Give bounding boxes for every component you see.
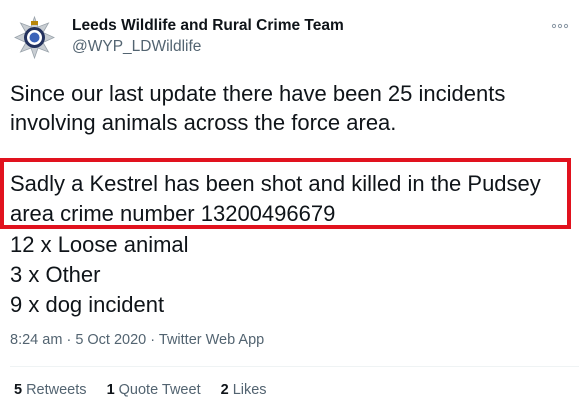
tweet-text-line: Sadly a Kestrel has been shot and killed… xyxy=(10,171,541,196)
avatar[interactable] xyxy=(10,13,59,62)
incident-list-item: 12 x Loose animal xyxy=(10,232,189,257)
tweet-source[interactable]: Twitter Web App xyxy=(159,332,264,348)
divider xyxy=(10,366,579,367)
tweet-meta: 8:24 am · 5 Oct 2020 · Twitter Web App xyxy=(10,330,264,350)
quote-tweets-label: Quote Tweet xyxy=(118,382,201,398)
more-options-icon[interactable] xyxy=(551,18,569,29)
retweets-stat[interactable]: 5 Retweets xyxy=(14,380,87,400)
incident-list-item: 3 x Other xyxy=(10,262,101,287)
author-name[interactable]: Leeds Wildlife and Rural Crime Team xyxy=(72,16,344,36)
tweet-time[interactable]: 8:24 am xyxy=(10,332,62,348)
retweets-count: 5 xyxy=(14,382,23,398)
incident-list-item: 9 x dog incident xyxy=(10,292,165,317)
retweets-label: Retweets xyxy=(26,382,87,398)
police-crest-icon xyxy=(10,13,59,62)
likes-stat[interactable]: 2 Likes xyxy=(221,380,267,400)
meta-separator: · xyxy=(66,332,72,348)
tweet-date[interactable]: 5 Oct 2020 xyxy=(75,332,146,348)
author-handle[interactable]: @WYP_LDWildlife xyxy=(72,37,201,57)
engagement-stats: 5 Retweets 1 Quote Tweet 2 Likes xyxy=(14,380,283,400)
tweet-text-line: area crime number 13200496679 xyxy=(10,201,336,226)
meta-separator: · xyxy=(150,332,156,348)
likes-count: 2 xyxy=(220,382,229,398)
likes-label: Likes xyxy=(232,382,267,398)
tweet-text-line: Since our last update there have been 25… xyxy=(10,81,506,106)
quote-tweets-count: 1 xyxy=(106,382,115,398)
tweet-text-line: involving animals across the force area. xyxy=(10,110,397,135)
quote-tweets-stat[interactable]: 1 Quote Tweet xyxy=(107,380,201,400)
